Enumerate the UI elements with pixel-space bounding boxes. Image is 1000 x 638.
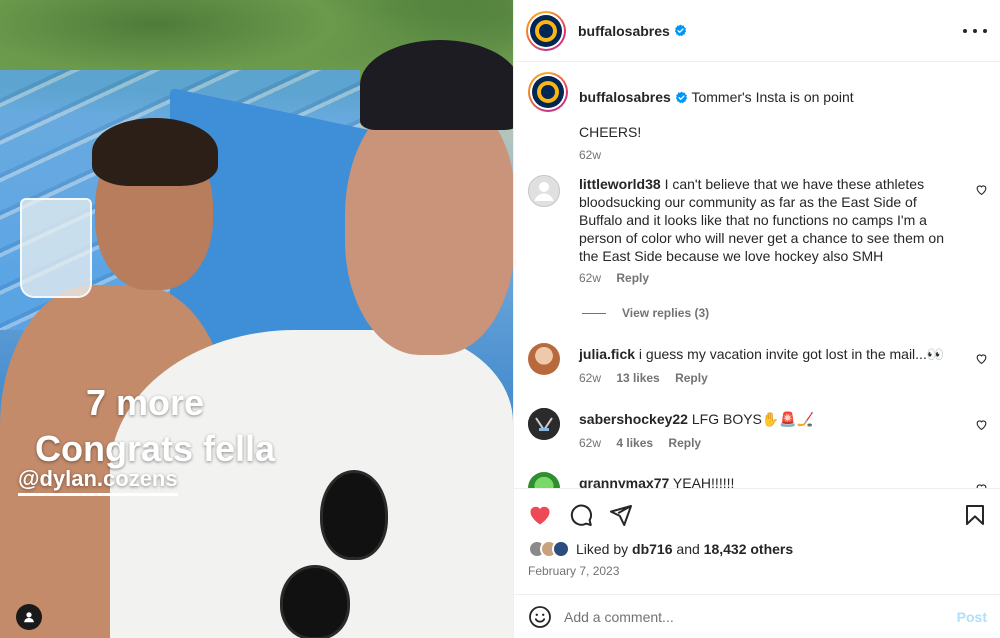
divider bbox=[582, 312, 606, 314]
verified-badge-icon bbox=[675, 91, 687, 104]
comment-timestamp[interactable]: 62w bbox=[579, 371, 601, 385]
avatar[interactable] bbox=[528, 343, 560, 375]
comment-username[interactable]: littleworld38 bbox=[579, 176, 661, 192]
verified-badge-icon bbox=[674, 24, 686, 37]
photo-plastic-cup bbox=[20, 198, 92, 298]
liker-avatar bbox=[552, 540, 570, 558]
comment-username[interactable]: julia.fick bbox=[579, 346, 635, 362]
comment-text: LFG BOYS✋🚨🏒 bbox=[691, 411, 815, 427]
story-text-more: 7 more bbox=[85, 382, 205, 423]
comment-meta: 62w 13 likes Reply bbox=[579, 371, 720, 385]
post-detail-pane: buffalosabres buffalosabres Tommer's Ins… bbox=[513, 0, 1000, 638]
comment-timestamp[interactable]: 62w bbox=[579, 436, 601, 450]
comment-likes[interactable]: 4 likes bbox=[616, 436, 653, 450]
avatar[interactable] bbox=[528, 408, 560, 440]
user-silhouette-icon bbox=[528, 175, 560, 207]
avatar[interactable] bbox=[528, 472, 560, 488]
tagged-users-button[interactable] bbox=[16, 604, 42, 630]
photo-person-left-hair bbox=[92, 118, 218, 186]
header-username[interactable]: buffalosabres bbox=[578, 23, 670, 39]
caption-text: Tommer's Insta is on point bbox=[691, 89, 854, 105]
story-text-congrats: Congrats fella bbox=[34, 428, 276, 469]
photo-person-right-head bbox=[345, 95, 513, 355]
likes-summary[interactable]: Liked by db716 and 18,432 others bbox=[528, 540, 793, 558]
default-avatar[interactable] bbox=[528, 175, 560, 207]
comment-meta: 62w 4 likes Reply bbox=[579, 436, 713, 450]
comment-username[interactable]: sabershockey22 bbox=[579, 411, 688, 427]
comment-meta: 62w Reply bbox=[579, 271, 661, 285]
heart-filled-icon[interactable] bbox=[528, 503, 552, 527]
bookmark-icon[interactable] bbox=[963, 503, 987, 527]
comment-likes[interactable]: 13 likes bbox=[616, 371, 659, 385]
likes-user-link[interactable]: db716 bbox=[632, 541, 672, 557]
instagram-post-viewer: 7 more Congrats fella @dylan.cozens buff… bbox=[0, 0, 1000, 638]
view-replies-button[interactable]: View replies (3) bbox=[582, 306, 709, 320]
avatar[interactable] bbox=[528, 72, 568, 112]
comment-username[interactable]: grannymax77 bbox=[579, 475, 669, 488]
likes-others-link[interactable]: 18,432 others bbox=[704, 541, 794, 557]
photo-person-right-cap bbox=[360, 40, 513, 130]
more-options-button[interactable] bbox=[963, 22, 987, 40]
post-header: buffalosabres bbox=[514, 0, 1000, 62]
emoji-icon[interactable] bbox=[528, 605, 552, 629]
reply-button[interactable]: Reply bbox=[668, 436, 701, 450]
comment-timestamp[interactable]: 62w bbox=[579, 271, 601, 285]
comments-list[interactable]: buffalosabres Tommer's Insta is on point… bbox=[514, 62, 1000, 488]
add-comment-input[interactable] bbox=[564, 608, 924, 625]
avatar[interactable] bbox=[526, 10, 566, 51]
post-photo[interactable]: 7 more Congrats fella @dylan.cozens bbox=[0, 0, 513, 638]
caption-timestamp[interactable]: 62w bbox=[579, 148, 601, 162]
comment-icon[interactable] bbox=[569, 503, 593, 527]
likes-middle: and bbox=[676, 541, 700, 557]
sunglasses-lens-bottom bbox=[280, 565, 350, 638]
more-horizontal-icon bbox=[963, 29, 967, 33]
caption-username[interactable]: buffalosabres bbox=[579, 89, 671, 105]
view-replies-label: View replies (3) bbox=[622, 306, 710, 320]
likes-prefix: Liked by bbox=[576, 541, 629, 557]
post-button[interactable]: Post bbox=[957, 609, 987, 625]
heart-outline-icon[interactable] bbox=[975, 352, 988, 365]
sunglasses-lens-top bbox=[320, 470, 388, 560]
paper-plane-icon[interactable] bbox=[609, 503, 633, 527]
post-date[interactable]: February 7, 2023 bbox=[528, 564, 619, 578]
heart-outline-icon[interactable] bbox=[975, 183, 988, 196]
comment-text: YEAH!!!!!! bbox=[672, 475, 735, 488]
caption-line2: CHEERS! bbox=[579, 124, 642, 140]
photo-sunglasses bbox=[280, 470, 390, 638]
hockey-logo-icon bbox=[528, 408, 560, 440]
reply-button[interactable]: Reply bbox=[675, 371, 708, 385]
user-icon bbox=[24, 612, 34, 623]
reply-button[interactable]: Reply bbox=[616, 271, 649, 285]
story-mention-link[interactable]: @dylan.cozens bbox=[18, 466, 178, 496]
sabres-logo-icon bbox=[530, 14, 562, 47]
add-comment-bar: Post bbox=[514, 594, 1000, 638]
heart-outline-icon[interactable] bbox=[975, 418, 988, 431]
sabres-logo-icon bbox=[532, 76, 564, 108]
post-actions bbox=[514, 488, 1000, 538]
comment-text: i guess my vacation invite got lost in t… bbox=[638, 346, 945, 362]
